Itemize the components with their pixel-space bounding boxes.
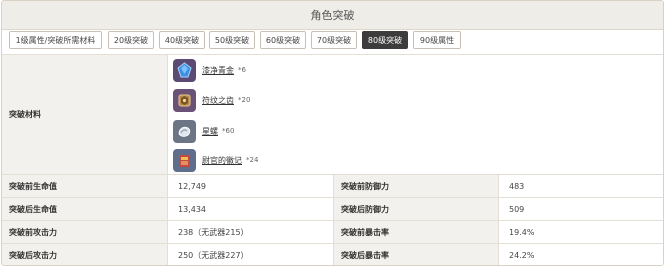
panel-title: 角色突破 <box>2 1 663 30</box>
stat-label: 突破前暴击率 <box>334 221 498 243</box>
material-name[interactable]: 符纹之齿 <box>202 95 234 106</box>
stats-row: 突破前攻击力 238（无武器215） 突破前暴击率 19.4% <box>2 220 663 243</box>
star-conch-icon <box>173 119 196 143</box>
stat-label: 突破后生命值 <box>2 198 167 220</box>
material-count: *6 <box>238 66 246 74</box>
material-count: *60 <box>222 127 235 135</box>
material-count: *20 <box>238 96 251 104</box>
stat-value: 19.4% <box>499 221 663 243</box>
stats-row: 突破后生命值 13,434 突破后防御力 509 <box>2 197 663 220</box>
stat-value: 24.2% <box>499 244 663 265</box>
rune-tooth-icon <box>173 88 196 112</box>
stats-row: 突破前生命值 12,749 突破前防御力 483 <box>2 174 663 197</box>
tab-level-90[interactable]: 90级属性 <box>413 31 461 49</box>
stat-label: 突破后攻击力 <box>2 244 167 265</box>
stat-value: 250（无武器227） <box>168 244 333 265</box>
officer-insignia-icon <box>173 148 196 172</box>
stat-value: 509 <box>499 198 663 220</box>
ascension-panel: 角色突破 1级属性/突破所需材料 20级突破 40级突破 50级突破 60级突破… <box>1 0 664 266</box>
material-count: *24 <box>246 156 259 164</box>
tab-level-1[interactable]: 1级属性/突破所需材料 <box>9 31 102 49</box>
material-item[interactable]: 尉官的徽记 *24 <box>173 148 258 172</box>
stat-value: 238（无武器215） <box>168 221 333 243</box>
tab-level-20[interactable]: 20级突破 <box>108 31 154 49</box>
stat-label: 突破后防御力 <box>334 198 498 220</box>
materials-label: 突破材料 <box>2 55 167 174</box>
level-tab-bar: 1级属性/突破所需材料 20级突破 40级突破 50级突破 60级突破 70级突… <box>2 30 663 54</box>
tab-level-60[interactable]: 60级突破 <box>260 31 306 49</box>
stat-value: 13,434 <box>168 198 333 220</box>
tab-level-50[interactable]: 50级突破 <box>209 31 255 49</box>
material-item[interactable]: 漆净青金 *6 <box>173 58 246 82</box>
stats-row: 突破后攻击力 250（无武器227） 突破后暴击率 24.2% <box>2 243 663 265</box>
stat-label: 突破前防御力 <box>334 175 498 197</box>
material-name[interactable]: 星螺 <box>202 126 218 137</box>
tab-level-40[interactable]: 40级突破 <box>159 31 205 49</box>
tab-level-70[interactable]: 70级突破 <box>311 31 357 49</box>
materials-row: 突破材料 漆净青金 *6 符纹之齿 *20 星螺 *60 尉官的徽记 *24 <box>2 54 663 174</box>
material-name[interactable]: 尉官的徽记 <box>202 155 242 166</box>
tab-level-80[interactable]: 80级突破 <box>362 31 408 49</box>
stat-label: 突破后暴击率 <box>334 244 498 265</box>
blue-gem-icon <box>173 58 196 82</box>
stat-label: 突破前攻击力 <box>2 221 167 243</box>
stat-value: 12,749 <box>168 175 333 197</box>
material-item[interactable]: 符纹之齿 *20 <box>173 88 250 112</box>
material-name[interactable]: 漆净青金 <box>202 65 234 76</box>
stat-value: 483 <box>499 175 663 197</box>
material-item[interactable]: 星螺 *60 <box>173 119 234 143</box>
stat-label: 突破前生命值 <box>2 175 167 197</box>
